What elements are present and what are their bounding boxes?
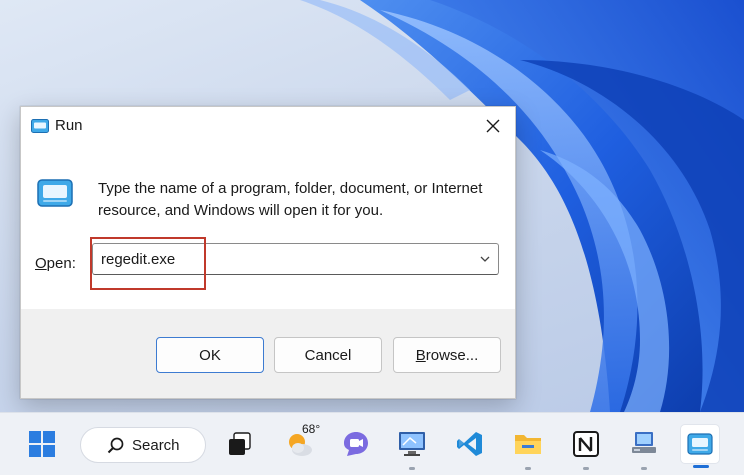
ok-button[interactable]: OK — [156, 337, 264, 373]
running-indicator — [583, 467, 589, 470]
running-indicator — [525, 467, 531, 470]
desktop: Run Type the name of a program, folder, … — [0, 0, 744, 475]
task-view-button[interactable] — [220, 424, 260, 464]
browse-label: rowse... — [425, 346, 479, 364]
active-indicator — [693, 465, 709, 468]
cancel-button[interactable]: Cancel — [274, 337, 382, 373]
run-dialog: Run Type the name of a program, folder, … — [20, 106, 516, 399]
run-icon — [31, 119, 49, 138]
taskbar: Search 68° — [0, 412, 744, 475]
network-computer-button[interactable] — [624, 424, 664, 470]
teams-chat-button[interactable] — [336, 424, 376, 464]
search-button[interactable]: Search — [80, 427, 206, 463]
teams-chat-icon — [344, 432, 368, 456]
browse-button[interactable]: Browse... — [393, 337, 501, 373]
start-button[interactable] — [22, 424, 62, 464]
run-app-icon — [687, 433, 713, 455]
vscode-icon — [457, 432, 482, 456]
open-label: Open: — [35, 255, 76, 272]
file-explorer-button[interactable] — [508, 424, 548, 470]
notion-button[interactable] — [566, 424, 606, 470]
run-taskbar-button[interactable] — [680, 424, 720, 468]
windows-start-icon — [29, 431, 55, 457]
chevron-down-icon[interactable] — [478, 253, 492, 265]
task-view-icon — [229, 432, 251, 455]
weather-widget[interactable]: 68° — [280, 422, 321, 464]
command-input[interactable] — [101, 247, 461, 271]
search-icon — [107, 437, 124, 454]
open-label-text: pen: — [46, 255, 76, 272]
notion-icon — [573, 431, 599, 457]
running-indicator — [641, 467, 647, 470]
open-label-mnemonic: O — [35, 255, 47, 272]
search-label: Search — [132, 437, 180, 454]
close-icon — [486, 119, 500, 133]
file-explorer-icon — [515, 435, 541, 454]
weather-temperature: 68° — [302, 422, 321, 436]
open-combobox[interactable] — [92, 243, 499, 275]
running-indicator — [409, 467, 415, 470]
browse-mnemonic: B — [415, 346, 426, 364]
computer-network-icon — [632, 432, 656, 453]
dialog-description: Type the name of a program, folder, docu… — [98, 180, 483, 219]
dialog-title: Run — [55, 117, 83, 134]
run-large-icon — [37, 179, 73, 212]
close-button[interactable] — [479, 113, 507, 139]
title-bar: Run — [21, 107, 515, 145]
remote-desktop-icon — [399, 432, 425, 456]
vscode-button[interactable] — [450, 424, 490, 464]
dialog-footer: OK Cancel Browse... — [21, 309, 515, 398]
dialog-body: Type the name of a program, folder, docu… — [21, 145, 515, 309]
remote-desktop-button[interactable] — [392, 424, 432, 470]
